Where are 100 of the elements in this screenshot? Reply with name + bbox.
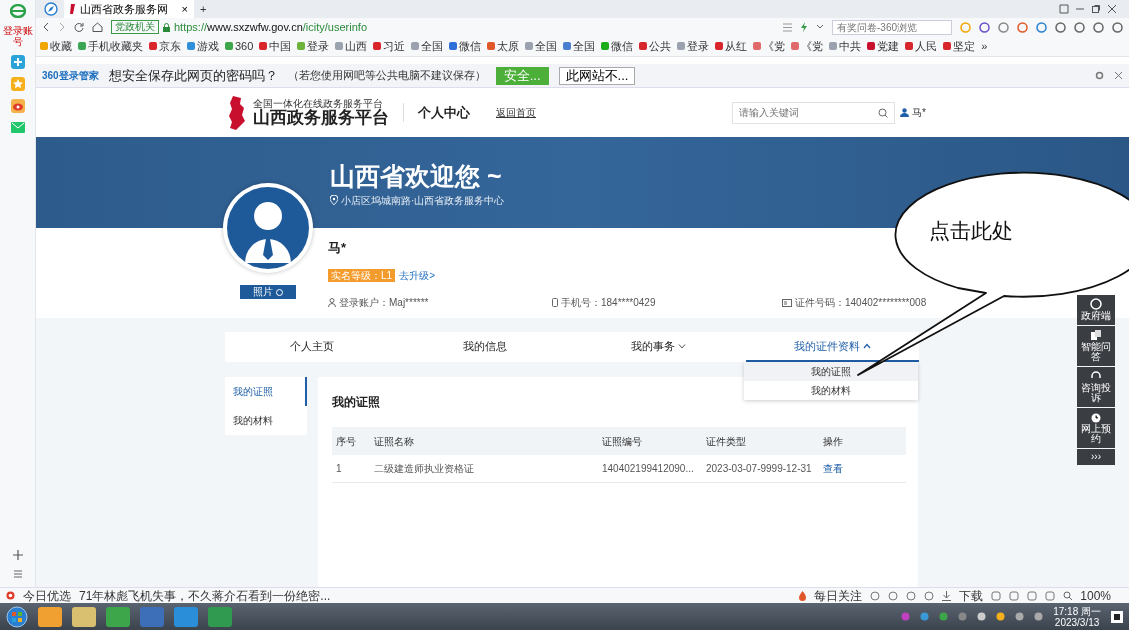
- caret-icon[interactable]: [816, 24, 824, 30]
- phone-number: 手机号：184****0429: [561, 296, 656, 310]
- browser-logo-icon[interactable]: [9, 4, 26, 18]
- browser-tab[interactable]: 山西省政务服务网 ×: [64, 0, 194, 18]
- home-icon[interactable]: [92, 22, 103, 32]
- verification-level-badge: 实名等级：L1: [328, 268, 396, 282]
- table-cell: 1: [332, 455, 370, 483]
- more-bookmarks-button[interactable]: »: [981, 37, 988, 55]
- column-header: 证件类型: [702, 427, 819, 455]
- bookmark-link[interactable]: 360: [225, 37, 254, 55]
- clock-date[interactable]: 2023/3/13: [1053, 616, 1101, 628]
- table-cell: 二级建造师执业资格证: [370, 455, 598, 483]
- flame-icon: [799, 590, 807, 601]
- password-save-hint: （若您使用网吧等公共电脑不建议保存）: [287, 68, 486, 84]
- chat-cards-icon: [1090, 328, 1102, 341]
- news-headline[interactable]: 71年林彪飞机失事，不久蒋介石看到一份绝密...: [79, 586, 331, 605]
- news-source[interactable]: 今日优选: [23, 586, 71, 605]
- location-pin-icon: [330, 195, 338, 205]
- bookmark-link[interactable]: 中国: [259, 37, 292, 55]
- bookmark-link[interactable]: 从红: [715, 37, 748, 55]
- floating-toolbar-button[interactable]: 网上预约: [1077, 407, 1115, 448]
- tab-close[interactable]: ×: [181, 0, 188, 18]
- forward-icon[interactable]: [58, 22, 66, 32]
- add-icon[interactable]: [10, 55, 25, 69]
- bookmark-link[interactable]: 登录: [297, 37, 330, 55]
- bookmark-link[interactable]: 中共: [829, 37, 862, 55]
- tab-title: 山西省政务服务网: [80, 1, 168, 17]
- floating-toolbar-button[interactable]: ›››: [1077, 448, 1115, 465]
- star-icon[interactable]: [10, 77, 25, 91]
- bookmark-link[interactable]: 手机收藏夹: [78, 37, 143, 55]
- keyword-search-field[interactable]: 请输入关键词: [732, 101, 895, 124]
- login-account: 登录账户：Maj******: [339, 296, 429, 310]
- bookmark-link[interactable]: 游戏: [187, 37, 219, 55]
- upgrade-link[interactable]: 去升级>: [399, 269, 435, 281]
- photo-button[interactable]: 照片: [240, 285, 296, 299]
- mail-icon[interactable]: [10, 121, 25, 135]
- clock-time[interactable]: 17:18 周一: [1053, 605, 1101, 617]
- floating-toolbar-button[interactable]: 政府端: [1077, 295, 1115, 325]
- floating-toolbar-button[interactable]: 智能问答: [1077, 325, 1115, 366]
- bookmark-link[interactable]: 收藏: [40, 37, 72, 55]
- back-icon[interactable]: [42, 22, 50, 32]
- section-title: 个人中心: [403, 102, 470, 123]
- user-name[interactable]: 马*: [912, 105, 926, 120]
- login-account-label[interactable]: 登录账号: [2, 26, 33, 47]
- bookmark-link[interactable]: 登录: [677, 37, 710, 55]
- show-desktop-icon[interactable]: [1111, 610, 1123, 623]
- flag-icon: [70, 4, 76, 14]
- compass-icon[interactable]: [44, 2, 58, 16]
- bookmark-link[interactable]: 公共: [639, 37, 672, 55]
- table-cell: 140402199412090...: [598, 455, 702, 483]
- id-number: 证件号码：140402********008: [795, 296, 927, 310]
- bookmark-link[interactable]: 坚定: [943, 37, 976, 55]
- column-header: 证照编号: [598, 427, 702, 455]
- bookmark-link[interactable]: 党建: [867, 37, 900, 55]
- bookmark-link[interactable]: 山西: [335, 37, 368, 55]
- bookmark-link[interactable]: 全国: [563, 37, 596, 55]
- bookmark-link[interactable]: 人民: [905, 37, 938, 55]
- bookmark-link[interactable]: 《党: [791, 37, 824, 55]
- search-field[interactable]: 有奖问卷-360浏览: [832, 19, 952, 35]
- daily-focus-link[interactable]: 每日关注: [814, 586, 863, 605]
- close-icon[interactable]: [1114, 71, 1123, 80]
- start-orb-icon[interactable]: [6, 605, 28, 628]
- never-save-button[interactable]: 此网站不...: [558, 66, 636, 85]
- table-cell: 2023-03-07-9999-12-31: [702, 455, 819, 483]
- bookmark-link[interactable]: 全国: [525, 37, 558, 55]
- platform-subtitle: 全国一体化在线政务服务平台: [253, 97, 383, 109]
- zoom-level[interactable]: 100%: [1080, 586, 1111, 605]
- platform-title: 山西政务服务平台: [253, 108, 389, 128]
- user-outline-icon: [328, 298, 336, 307]
- view-link[interactable]: 查看: [823, 461, 843, 476]
- lightning-icon[interactable]: [800, 22, 808, 32]
- dropdown-item[interactable]: 我的材料: [744, 381, 918, 400]
- download-link[interactable]: 下载: [959, 586, 984, 605]
- eye-icon[interactable]: [10, 99, 25, 113]
- bookmark-link[interactable]: 京东: [149, 37, 181, 55]
- column-header: 序号: [332, 427, 370, 455]
- home-link[interactable]: 返回首页: [496, 105, 536, 120]
- floating-toolbar-button[interactable]: 咨询投诉: [1077, 366, 1115, 407]
- bookmark-link[interactable]: 习近: [373, 37, 406, 55]
- banner-address: 小店区坞城南路·山西省政务服务中心: [341, 193, 505, 208]
- zoom-icon[interactable]: [1063, 591, 1073, 600]
- add-icon[interactable]: [11, 549, 24, 561]
- restore-icon[interactable]: [1091, 4, 1101, 14]
- reload-icon[interactable]: [74, 22, 84, 32]
- bookmark-link[interactable]: 《党: [753, 37, 786, 55]
- callout-text: 点击此处: [929, 218, 1013, 245]
- password-manager-brand: 360登录管家: [42, 69, 99, 83]
- site-category-badge: 党政机关: [111, 20, 159, 34]
- address-url[interactable]: https://www.sxzwfw.gov.cn/icity/userinfo: [174, 18, 367, 36]
- phone-icon: [552, 298, 558, 307]
- new-tab-button[interactable]: +: [200, 0, 207, 18]
- download-icon[interactable]: [942, 590, 952, 601]
- bookmark-link[interactable]: 太原: [487, 37, 520, 55]
- column-header: 操作: [819, 427, 906, 455]
- bookmark-link[interactable]: 全国: [411, 37, 444, 55]
- dropdown-item[interactable]: 我的证照: [744, 362, 918, 381]
- close-icon[interactable]: [1107, 4, 1117, 14]
- bookmark-link[interactable]: 微信: [601, 37, 634, 55]
- bookmark-link[interactable]: 微信: [449, 37, 482, 55]
- welcome-heading: 山西省欢迎您 ~: [330, 163, 503, 191]
